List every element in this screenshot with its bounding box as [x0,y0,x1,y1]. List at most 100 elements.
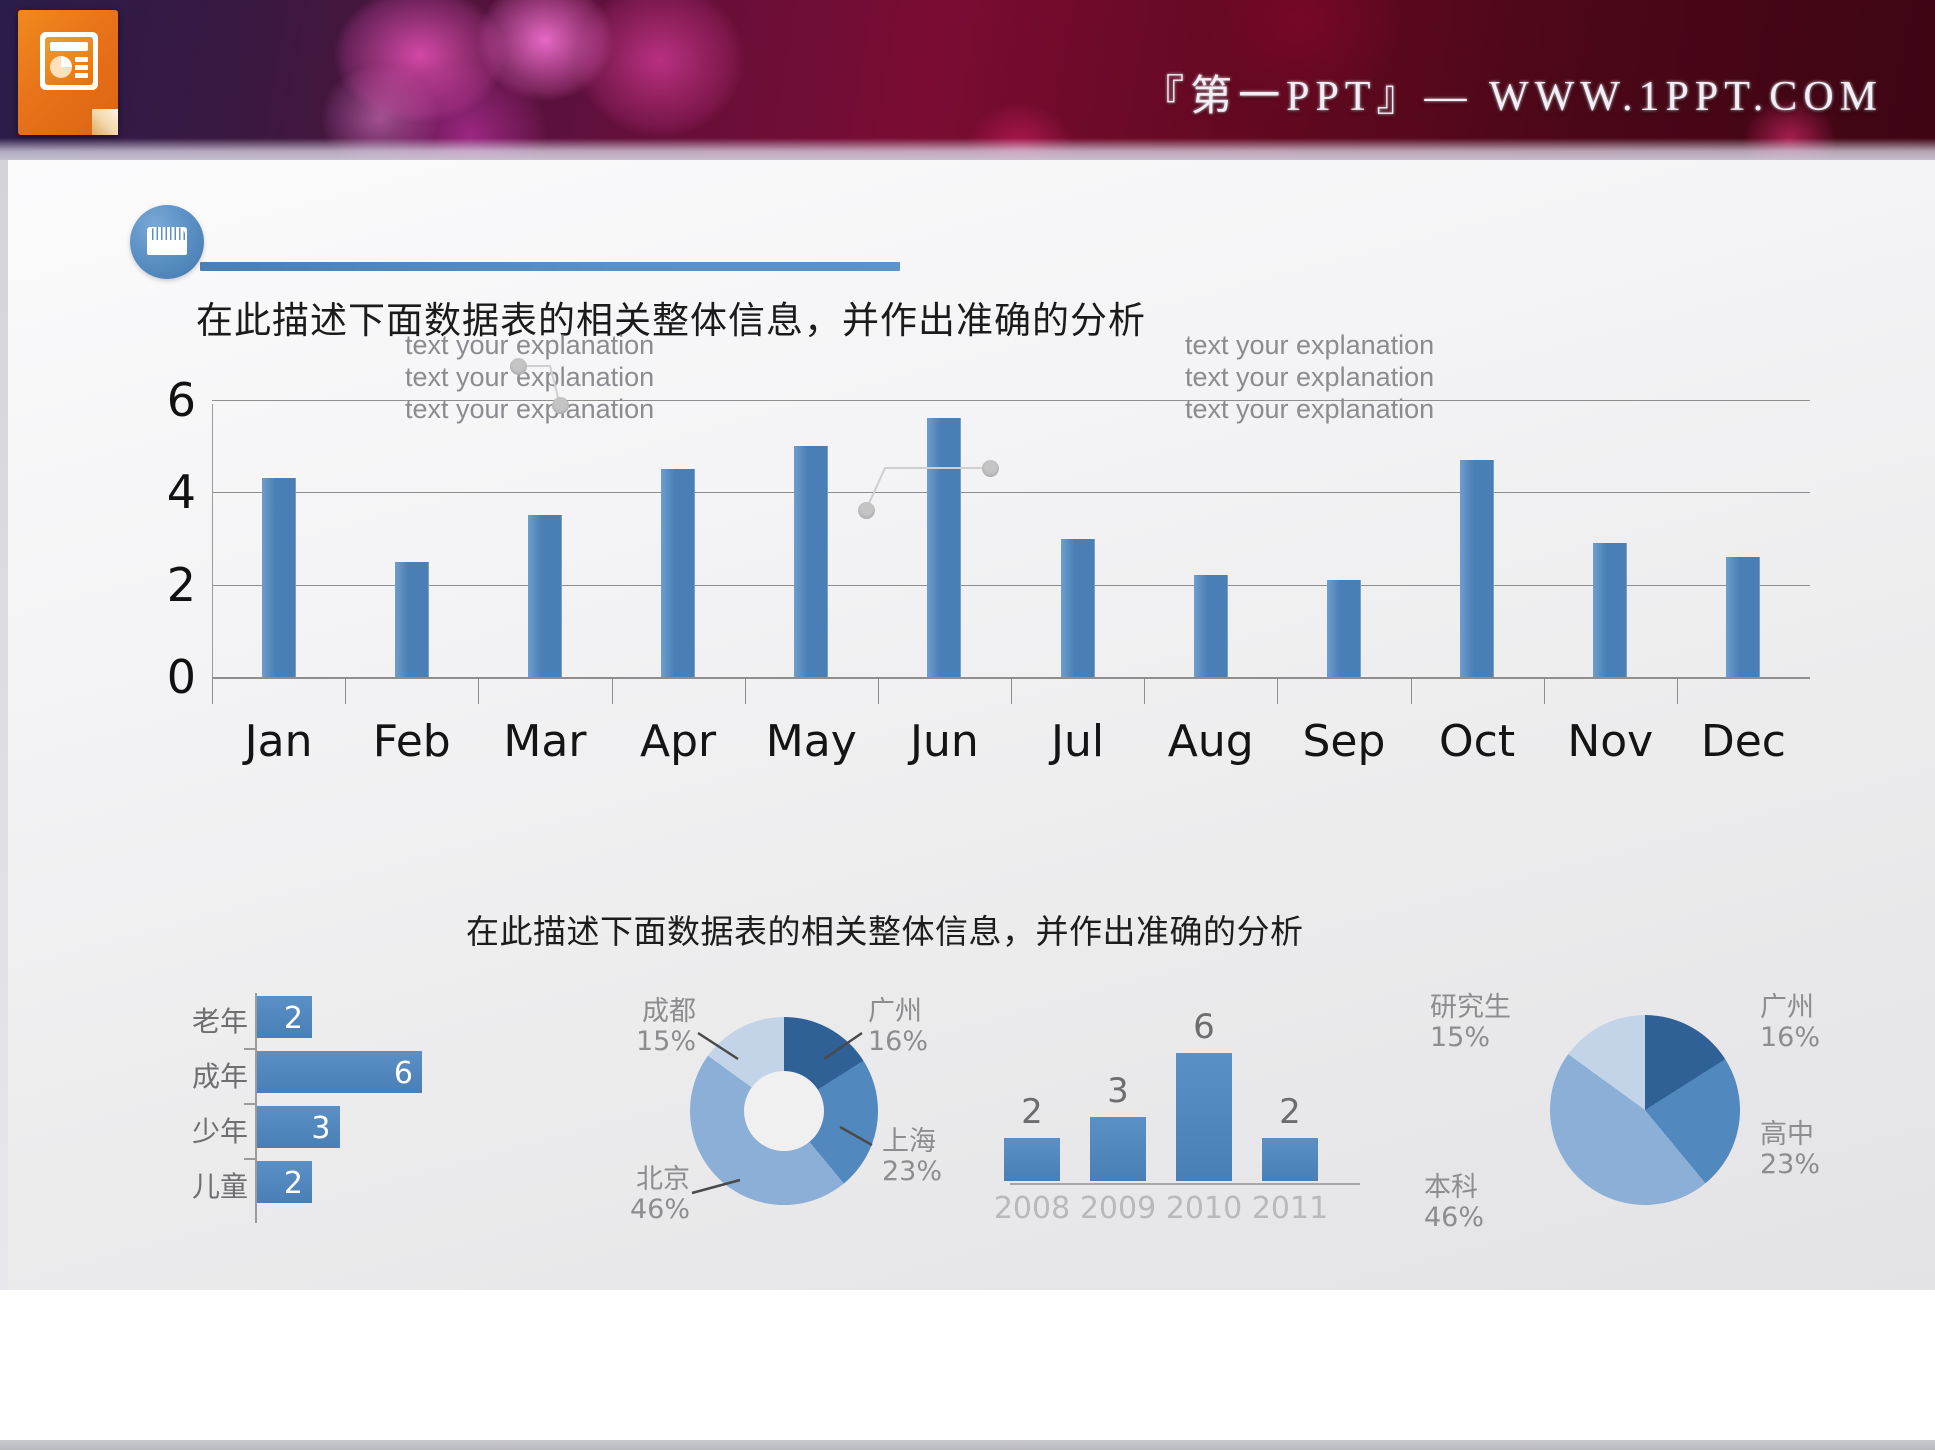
x-axis-tick [345,678,347,704]
x-axis-tick [212,678,213,704]
bar[interactable] [661,469,696,677]
y-axis-tick-label: 4 [166,465,196,520]
mini-bar[interactable] [1004,1138,1060,1181]
annotation-right: text your explanation text your explanat… [1185,330,1434,426]
x-axis-tick-label: Sep [1302,716,1386,767]
callout-dot-left-bottom [552,397,569,414]
x-axis-tick-label: Jan [244,716,313,767]
mini-bar[interactable] [1176,1053,1232,1181]
city-donut-chart: 成都 15% 广州 16% 上海 23% 北京 46% [600,975,960,1255]
annotation-right-line-2: text your explanation [1185,361,1435,392]
mini-bar[interactable] [1090,1117,1146,1181]
hbar-category-label: 儿童 [191,1170,248,1203]
slide-root: 『第一PPT』— WWW.1PPT.COM 在此描述下面数据表的相关整体信息，并… [0,0,1935,1450]
callout-dot-left-top [510,358,527,375]
y-axis-tick-label: 0 [166,650,196,704]
mini-value-label: 2 [1021,1092,1043,1133]
bar[interactable] [1060,538,1095,677]
bar[interactable] [1460,460,1495,677]
hbar-row: 少年 3 [170,1103,460,1158]
bar[interactable] [1193,575,1228,677]
bar[interactable] [261,478,296,677]
x-axis-tick [478,678,480,704]
mini-value-label: 2 [1279,1092,1301,1133]
annotation-left-line-2: text your explanation [405,361,655,392]
pie-slices [1550,1015,1740,1205]
hbar-bar[interactable]: 3 [257,1106,340,1148]
mini-category-label: 2008 [993,1191,1071,1226]
header-bottom-shade [0,138,1935,160]
x-axis-tick-label: Mar [503,716,587,767]
donut-label-beijing: 北京 46% [629,1164,690,1226]
x-axis-tick [1011,678,1012,704]
mini-category-label: 2011 [1251,1191,1329,1226]
bar[interactable] [794,446,829,677]
x-axis-tick-label: Nov [1567,716,1654,767]
education-pie-chart: 研究生 15% 广州 16% 高中 23% 本科 46% [1424,975,1840,1255]
bar[interactable] [1326,580,1361,677]
annotation-right-line-1: text your explanation [1185,330,1435,360]
callout-dot-right-bottom [858,502,875,519]
pie-label-highschool: 高中 23% [1760,1119,1821,1181]
x-axis-tick [877,678,879,704]
callout-dot-right-top [982,460,999,477]
x-axis-tick [611,678,613,704]
bar[interactable] [394,561,429,677]
bar[interactable] [1726,556,1761,677]
bar[interactable] [1593,543,1628,677]
x-axis-labels: Jan Feb Mar Apr May Jun Jul Aug Sep Oct Nov Dec [212,716,1810,776]
x-axis-tick [1543,678,1545,704]
x-axis-tick [744,678,746,704]
logo-page-fold [92,109,118,135]
bottom-edge [0,1440,1935,1450]
footer: 第一PPT HTTP://WWW.1PPT.COM [0,1290,1935,1450]
x-axis-tick [1277,678,1279,704]
x-axis-tick-label: Dec [1700,716,1786,767]
hbar-category-label: 成年 [191,1060,248,1093]
x-axis-tick [1144,678,1146,704]
hbar-value-label: 6 [393,1056,413,1091]
hbar-category-label: 少年 [191,1115,248,1148]
page-title: 在此描述下面数据表的相关整体信息，并作出准确的分析 [196,299,1146,342]
hbar-row: 老年 2 [170,993,460,1048]
y-axis-tick-label: 6 [166,373,196,427]
mini-value-label: 3 [1107,1071,1129,1111]
annotation-left-line-3: text your explanation [405,393,655,424]
x-axis-tick-label: Aug [1167,716,1254,767]
annotation-left-line-1: text your explanation [405,330,655,360]
bottom-charts-row: 老年 2 成年 6 少年 3 儿童 2 成都 15% 广州 16% 上海 23% [0,975,1935,1265]
bar[interactable] [527,515,562,677]
powerpoint-logo-icon [18,10,118,135]
brand-watermark: 『第一PPT』— WWW.1PPT.COM [1142,74,1883,120]
hbar-row: 成年 6 [170,1048,460,1103]
hbar-value-label: 3 [311,1111,331,1146]
mini-bar[interactable] [1262,1138,1318,1181]
hbar-value-label: 2 [283,1001,303,1036]
age-group-hbar-chart: 老年 2 成年 6 少年 3 儿童 2 [170,985,460,1230]
monthly-bar-chart: 6 4 2 0 Jan Feb Mar Apr May Jun Jul Aug Sep Oct Nov De… [150,330,1810,860]
donut-label-chengdu: 成都 15% [635,996,696,1058]
x-axis-tick-label: Apr [640,716,717,767]
logo-document-shape [40,32,98,90]
x-axis-tick-label: Jun [910,716,979,767]
mini-value-label: 6 [1193,1007,1215,1047]
title-underline [200,262,900,271]
x-axis-tick-label: Jul [1051,716,1105,767]
x-axis-tick [1676,678,1678,704]
hbar-bar[interactable]: 2 [257,996,312,1038]
x-axis-tick-label: May [765,716,857,767]
mini-category-label: 2009 [1079,1191,1157,1226]
hbar-value-label: 2 [283,1166,303,1201]
pie-label-graduate: 研究生 15% [1430,992,1511,1054]
bar[interactable] [927,418,962,677]
pie-label-bachelor: 本科 46% [1424,1172,1485,1234]
annotation-left: text your explanation text your explanat… [405,330,654,426]
hbar-bar[interactable]: 6 [257,1051,422,1093]
pie-label-guangzhou: 广州 16% [1760,992,1821,1054]
annotation-right-line-3: text your explanation [1185,393,1435,424]
hbar-row: 儿童 2 [170,1158,460,1213]
mini-category-label: 2010 [1165,1191,1243,1226]
book-icon [130,205,204,279]
y-axis-tick-label: 2 [166,557,196,612]
hbar-bar[interactable]: 2 [257,1161,312,1203]
